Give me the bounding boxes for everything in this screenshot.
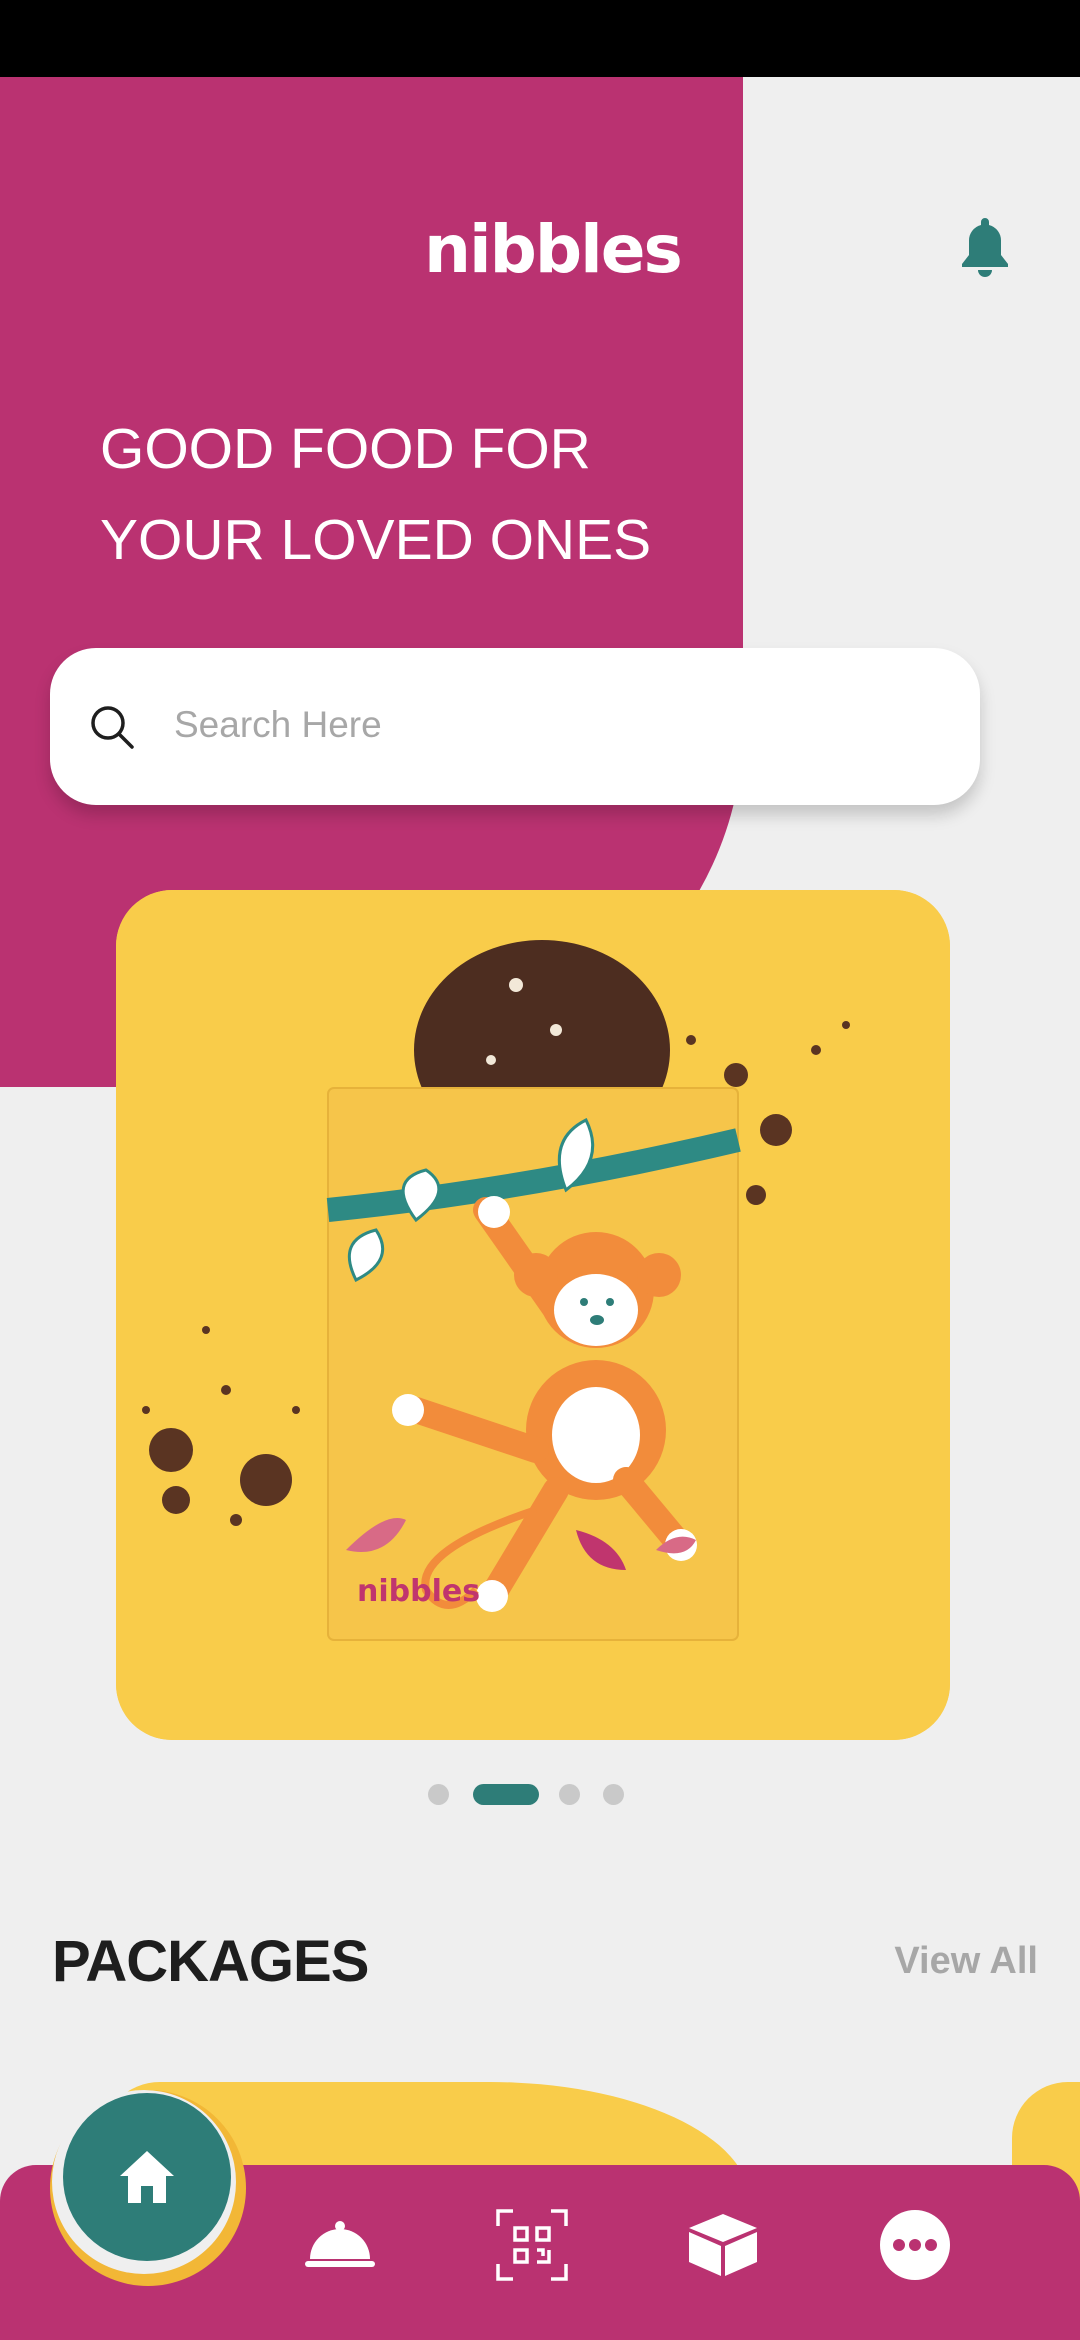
carousel-dot-3[interactable] (559, 1784, 580, 1805)
hero-headline-line2: YOUR LOVED ONES (100, 508, 652, 572)
hero-headline: GOOD FOOD FOR YOUR LOVED ONES (100, 404, 720, 586)
nav-menu-button[interactable] (300, 2205, 380, 2285)
hero-headline-line1: GOOD FOOD FOR (100, 417, 591, 481)
svg-text:nibbles: nibbles (357, 1574, 480, 1609)
box-icon (689, 2214, 757, 2276)
cloche-icon (305, 2221, 375, 2267)
nav-scan-button[interactable] (492, 2205, 572, 2285)
carousel-dot-1[interactable] (428, 1784, 449, 1805)
more-icon (880, 2210, 950, 2280)
promo-banner[interactable]: nibbles (116, 890, 950, 1740)
carousel-indicator (0, 1784, 1080, 1806)
search-input[interactable] (174, 690, 934, 760)
search-icon (91, 706, 134, 749)
packages-title: PACKAGES (52, 1929, 369, 1994)
nav-orders-button[interactable] (683, 2205, 763, 2285)
qr-scan-icon (496, 2209, 568, 2281)
carousel-dot-2[interactable] (473, 1784, 539, 1805)
bell-icon[interactable] (958, 216, 1012, 278)
app-logo: nibbles (424, 211, 683, 288)
nav-more-button[interactable] (875, 2205, 955, 2285)
status-bar (0, 0, 1080, 77)
view-all-link[interactable]: View All (858, 1940, 1038, 1990)
home-icon (120, 2151, 174, 2203)
carousel-dot-4[interactable] (603, 1784, 624, 1805)
nav-home-button[interactable] (63, 2093, 231, 2261)
cookie-bag-image: nibbles (116, 890, 950, 1740)
